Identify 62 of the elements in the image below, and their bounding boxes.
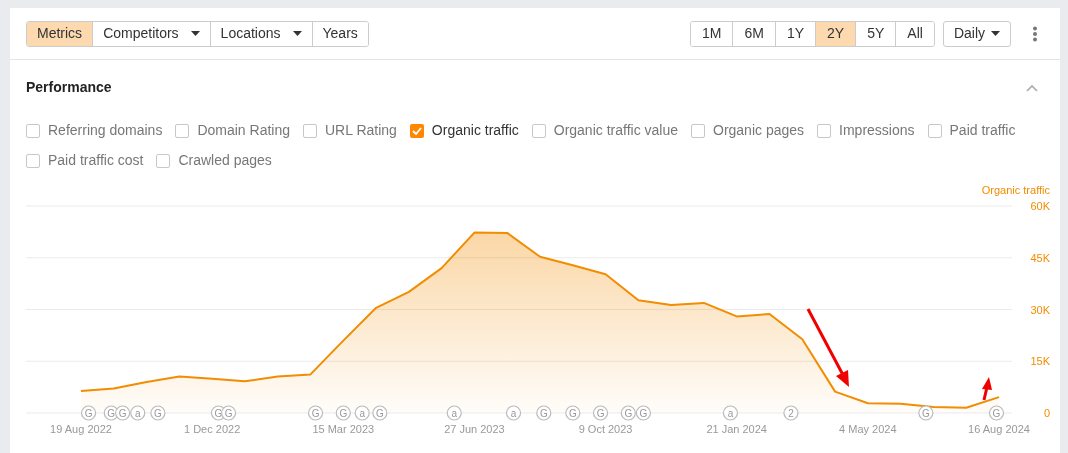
event-marker[interactable]: G <box>592 405 609 421</box>
chevron-icon[interactable] <box>1026 83 1038 92</box>
event-marker[interactable]: a <box>505 405 522 421</box>
checkbox-label: Domain Rating <box>197 121 290 140</box>
section-title: Performance <box>26 78 112 97</box>
checkbox[interactable] <box>26 153 40 168</box>
checkbox[interactable] <box>691 123 705 138</box>
caret-icon <box>991 31 1000 36</box>
checkbox[interactable] <box>927 123 942 138</box>
event-marker[interactable]: G <box>988 405 1005 421</box>
event-marker[interactable]: G <box>620 405 636 421</box>
x-tick-label: 9 Oct 2023 <box>578 423 633 435</box>
up-arrow <box>982 377 992 401</box>
event-marker[interactable]: a <box>446 405 462 421</box>
more-icon[interactable] <box>1032 25 1038 42</box>
checkbox-label: Crawled pages <box>178 151 272 170</box>
checkbox-label: Paid traffic cost <box>48 151 144 170</box>
event-marker[interactable]: G <box>918 405 934 421</box>
checkbox-label: Organic pages <box>713 121 805 140</box>
event-marker[interactable]: G <box>80 405 97 421</box>
checkbox[interactable] <box>156 153 171 168</box>
checkbox-label: Paid traffic <box>949 121 1016 140</box>
y-tick-label: 60K <box>1030 200 1050 212</box>
y-tick-label: 0 <box>1043 407 1050 419</box>
event-marker[interactable]: G <box>536 405 552 421</box>
x-tick-label: 16 Aug 2024 <box>968 423 1030 435</box>
checkbox-label: Organic traffic <box>431 121 519 140</box>
event-marker[interactable]: a <box>722 405 738 421</box>
event-marker[interactable]: G <box>565 405 581 421</box>
checkbox[interactable] <box>409 123 424 138</box>
checkbox[interactable] <box>26 123 40 138</box>
event-marker[interactable]: 2 <box>783 405 799 421</box>
checkbox-label: Impressions <box>839 121 915 140</box>
checkbox[interactable] <box>175 123 190 138</box>
event-marker[interactable]: G <box>335 405 351 421</box>
event-marker[interactable]: G <box>150 405 166 421</box>
event-marker[interactable]: G <box>372 405 388 421</box>
checkbox[interactable] <box>303 123 317 138</box>
x-tick-label: 1 Dec 2022 <box>184 423 241 435</box>
view-tab[interactable]: Metrics <box>27 21 93 46</box>
event-marker[interactable]: a <box>354 405 370 421</box>
range-tab[interactable]: All <box>895 21 934 46</box>
legend-label: Organic traffic <box>981 184 1050 196</box>
checkbox[interactable] <box>531 123 546 138</box>
event-marker[interactable]: a <box>130 405 146 421</box>
checkbox-label: Referring domains <box>48 121 163 140</box>
y-tick-label: 45K <box>1030 251 1050 264</box>
event-marker[interactable]: G <box>307 405 324 421</box>
checkbox-label: URL Rating <box>325 121 397 140</box>
x-tick-label: 15 Mar 2023 <box>312 423 375 435</box>
x-tick-label: 21 Jan 2024 <box>706 423 767 435</box>
checkbox[interactable] <box>817 123 832 138</box>
checkbox-label: Organic traffic value <box>553 121 678 140</box>
event-marker[interactable]: G <box>635 405 651 421</box>
x-tick-label: 27 Jun 2023 <box>444 423 505 435</box>
y-tick-label: 30K <box>1030 303 1050 316</box>
y-tick-label: 15K <box>1030 355 1050 368</box>
x-tick-label: 19 Aug 2022 <box>50 423 112 435</box>
interval-dropdown[interactable]: Daily <box>942 20 1011 47</box>
range-tab[interactable]: 2Y <box>815 21 856 46</box>
view-tab[interactable]: Years <box>311 21 368 46</box>
x-tick-label: 4 May 2024 <box>839 423 897 435</box>
